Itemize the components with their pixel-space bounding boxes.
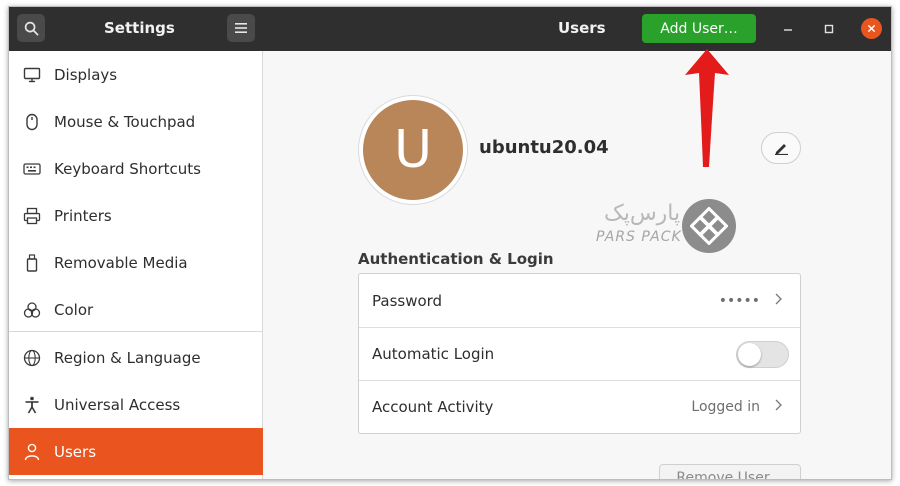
accessibility-icon <box>23 396 41 414</box>
sidebar-item-users[interactable]: Users <box>9 428 263 475</box>
user-icon <box>23 443 41 461</box>
hamburger-menu-icon <box>235 23 247 33</box>
account-activity-value: Logged in <box>691 399 760 415</box>
display-icon <box>23 66 41 84</box>
close-icon <box>867 24 876 33</box>
row-label: Password <box>372 291 443 310</box>
automatic-login-toggle[interactable] <box>736 340 789 368</box>
username[interactable]: ubuntu20.04 <box>479 137 609 158</box>
toggle-knob <box>738 342 761 366</box>
password-value: ••••• <box>718 292 760 309</box>
annotation-arrow-icon <box>685 49 729 167</box>
pencil-icon <box>775 144 788 155</box>
sidebar-item-color[interactable]: Color <box>9 286 263 333</box>
menu-button[interactable] <box>227 14 255 42</box>
maximize-icon <box>824 24 834 34</box>
section-title-authentication: Authentication & Login <box>358 250 554 268</box>
users-panel: U ubuntu20.04 پارس‌پک PARS PACK <box>264 51 891 479</box>
globe-icon <box>23 349 41 367</box>
search-button[interactable] <box>17 14 45 42</box>
color-icon <box>23 301 41 319</box>
authentication-list: Password ••••• Automatic Login Account A… <box>358 273 801 434</box>
sidebar-item-label: Users <box>54 442 97 461</box>
removable-media-icon <box>23 253 41 272</box>
minimize-button[interactable] <box>778 19 798 39</box>
sidebar-item-region-language[interactable]: Region & Language <box>9 334 263 381</box>
chevron-right-icon <box>775 399 782 415</box>
keyboard-icon <box>23 160 41 178</box>
sidebar-item-removable-media[interactable]: Removable Media <box>9 239 263 286</box>
printer-icon <box>23 207 41 225</box>
sidebar-item-label: Region & Language <box>54 348 201 367</box>
settings-window: Settings Users Add User… Displays Mouse … <box>8 6 892 480</box>
header-bar: Settings Users Add User… <box>9 7 891 51</box>
sidebar-item-mouse-touchpad[interactable]: Mouse & Touchpad <box>9 98 263 145</box>
sidebar-item-label: Removable Media <box>54 253 188 272</box>
pars-pack-logo-icon <box>682 199 736 253</box>
sidebar-item-displays[interactable]: Displays <box>9 51 263 98</box>
app-title: Settings <box>104 19 175 37</box>
avatar[interactable]: U <box>358 95 468 205</box>
sidebar-item-keyboard-shortcuts[interactable]: Keyboard Shortcuts <box>9 145 263 192</box>
sidebar-item-label: Keyboard Shortcuts <box>54 159 201 178</box>
sidebar-item-label: Universal Access <box>54 395 181 414</box>
remove-user-button[interactable]: Remove User… <box>659 464 801 479</box>
sidebar: Displays Mouse & Touchpad Keyboard Short… <box>9 51 263 479</box>
pars-pack-watermark: پارس‌پک PARS PACK <box>594 199 744 255</box>
search-icon <box>24 21 38 35</box>
add-user-button[interactable]: Add User… <box>642 14 756 43</box>
sidebar-item-label: Printers <box>54 206 112 225</box>
minimize-icon <box>784 29 792 31</box>
edit-username-button[interactable] <box>761 132 801 164</box>
password-row[interactable]: Password ••••• <box>359 274 800 327</box>
avatar-letter: U <box>363 100 463 200</box>
sidebar-item-label: Mouse & Touchpad <box>54 112 196 131</box>
watermark-english-text: PARS PACK <box>596 229 682 245</box>
chevron-right-icon <box>775 293 782 309</box>
page-title: Users <box>558 19 606 37</box>
sidebar-item-universal-access[interactable]: Universal Access <box>9 381 263 428</box>
sidebar-item-label: Color <box>54 300 94 319</box>
account-activity-row[interactable]: Account Activity Logged in <box>359 380 800 433</box>
mouse-icon <box>23 113 41 131</box>
row-label: Automatic Login <box>372 345 495 363</box>
row-label: Account Activity <box>372 398 494 416</box>
sidebar-item-printers[interactable]: Printers <box>9 192 263 239</box>
sidebar-divider <box>9 331 263 332</box>
maximize-button[interactable] <box>819 19 839 39</box>
close-button[interactable] <box>861 18 882 39</box>
watermark-persian-text: پارس‌پک <box>604 201 681 226</box>
sidebar-item-label: Displays <box>54 65 118 84</box>
automatic-login-row: Automatic Login <box>359 327 800 380</box>
